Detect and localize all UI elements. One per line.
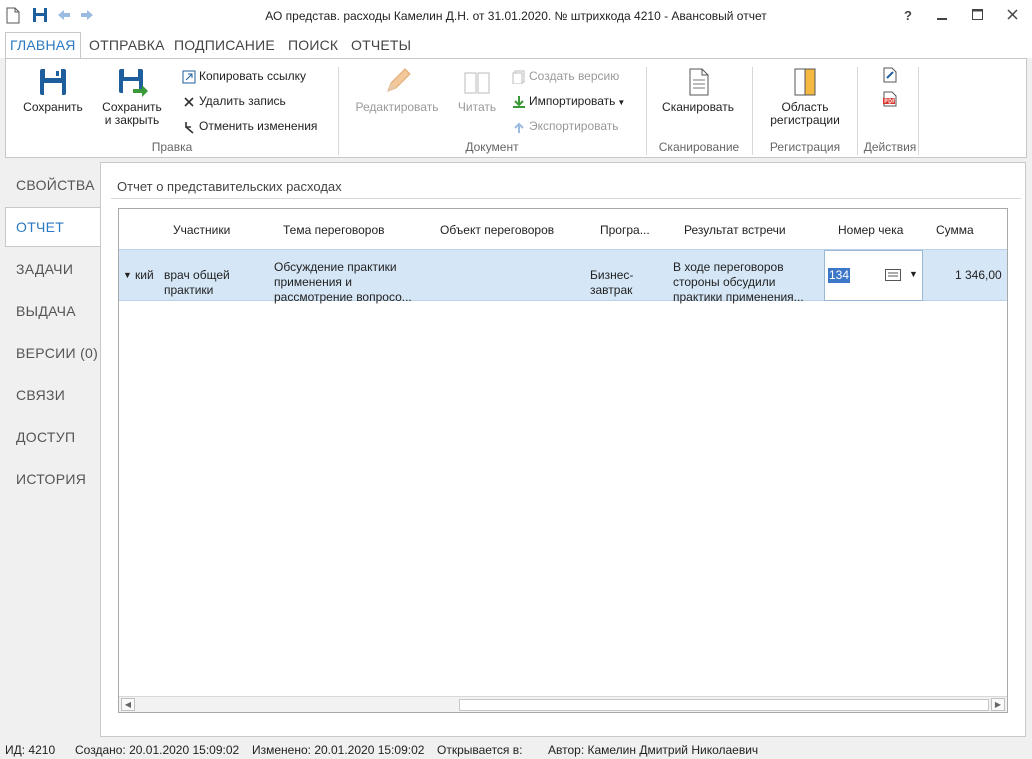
column-header-program[interactable]: Програ... (600, 223, 650, 237)
table-row[interactable]: ▼ кий врач общей практики Обсуждение прак… (119, 249, 1007, 304)
cell-program[interactable]: Бизнес-завтрак (590, 268, 633, 298)
ribbon-separator (918, 67, 919, 155)
delete-record-button[interactable]: Удалить запись (182, 92, 286, 110)
content-panel: Отчет о представительских расходах Участ… (100, 162, 1026, 737)
section-divider (111, 198, 1021, 199)
chevron-down-icon[interactable]: ▼ (909, 269, 918, 279)
group-label-document: Документ (465, 140, 519, 154)
status-created: Создано: 20.01.2020 15:09:02 (75, 743, 240, 757)
minimize-button[interactable] (932, 6, 952, 26)
registration-area-button[interactable]: Область регистрации (762, 67, 848, 127)
dropdown-arrow-icon: ▼ (617, 98, 626, 107)
status-opens-in: Открывается в: (437, 743, 523, 757)
column-header-check-number[interactable]: Номер чека (838, 223, 903, 237)
edit-button[interactable]: Редактировать (352, 67, 442, 114)
status-author: Автор: Камелин Дмитрий Николаевич (548, 743, 759, 757)
link-icon (182, 70, 196, 84)
create-version-icon (512, 70, 525, 85)
save-label: Сохранить (23, 100, 83, 114)
group-label-edit: Правка (151, 140, 193, 154)
tab-signing[interactable]: ПОДПИСАНИЕ (174, 37, 275, 53)
pencil-icon (387, 68, 411, 92)
nav-access[interactable]: ДОСТУП (16, 429, 75, 445)
nav-properties[interactable]: СВОЙСТВА (16, 177, 95, 193)
check-number-input[interactable]: 134 (828, 268, 851, 283)
read-button[interactable]: Читать (454, 67, 500, 114)
save-close-icon (119, 69, 148, 97)
ribbon-separator (857, 67, 858, 155)
group-label-registration: Регистрация (769, 140, 841, 154)
import-button[interactable]: Импортировать ▼ (512, 92, 625, 110)
cell-result[interactable]: В ходе переговоров стороны обсудили практи… (673, 260, 804, 305)
cell-sum: 1 346,00 (955, 268, 1002, 282)
cell-clipped: кий (135, 268, 154, 282)
save-close-label-2: и закрыть (104, 113, 160, 127)
maximize-button[interactable] (967, 6, 987, 26)
column-header-object[interactable]: Объект переговоров (440, 223, 554, 237)
nav-versions[interactable]: ВЕРСИИ (0) (16, 345, 98, 361)
group-label-scan: Сканирование (658, 140, 740, 154)
nav-issue[interactable]: ВЫДАЧА (16, 303, 76, 319)
scan-icon (689, 68, 709, 96)
grid-header: Участники Тема переговоров Объект перего… (119, 209, 1007, 249)
horizontal-scrollbar[interactable]: ◀ ▶ (119, 696, 1007, 712)
title-bar: АО представ. расходы Камелин Д.Н. от 31.… (0, 0, 1032, 32)
save-and-close-button[interactable]: Сохранить и закрыть (96, 67, 168, 127)
card-icon[interactable] (885, 269, 901, 284)
tab-sending[interactable]: ОТПРАВКА (89, 37, 165, 53)
nav-tasks[interactable]: ЗАДАЧИ (16, 261, 73, 277)
scroll-right-icon[interactable]: ▶ (991, 698, 1005, 711)
window-title: АО представ. расходы Камелин Д.Н. от 31.… (265, 9, 767, 23)
column-header-participants[interactable]: Участники (173, 223, 230, 237)
left-navigation: СВОЙСТВА ОТЧЕТ ЗАДАЧИ ВЫДАЧА ВЕРСИИ (0) … (0, 162, 101, 737)
create-version-button[interactable]: Создать версию (512, 67, 619, 85)
nav-report[interactable]: ОТЧЕТ (16, 219, 64, 235)
registration-icon (794, 68, 816, 96)
ribbon-separator (752, 67, 753, 155)
pdf-icon[interactable] (882, 91, 898, 110)
book-icon (464, 72, 490, 94)
save-button[interactable]: Сохранить (20, 67, 86, 114)
save-close-label-1: Сохранить (102, 100, 162, 114)
edit-document-icon[interactable] (882, 67, 898, 86)
status-bar: ИД: 4210 Создано: 20.01.2020 15:09:02 Из… (0, 738, 1032, 759)
scroll-left-icon[interactable]: ◀ (121, 698, 135, 711)
section-title: Отчет о представительских расходах (117, 179, 342, 194)
ribbon-separator (646, 67, 647, 155)
close-button[interactable] (1002, 6, 1022, 26)
ribbon: Сохранить Сохранить и закрыть Копировать… (5, 58, 1027, 158)
expenses-grid: Участники Тема переговоров Объект перего… (118, 208, 1008, 713)
group-label-actions: Действия (863, 140, 917, 154)
status-modified: Изменено: 20.01.2020 15:09:02 (252, 743, 425, 757)
export-icon (514, 122, 524, 133)
undo-icon (185, 121, 194, 134)
check-number-editor[interactable]: 134 ▼ (824, 250, 923, 301)
column-header-sum[interactable]: Сумма (936, 223, 974, 237)
column-header-result[interactable]: Результат встречи (684, 223, 786, 237)
ribbon-separator (338, 67, 339, 155)
copy-link-button[interactable]: Копировать ссылку (182, 67, 306, 85)
save-icon (40, 69, 66, 95)
tab-search[interactable]: ПОИСК (288, 37, 338, 53)
nav-links[interactable]: СВЯЗИ (16, 387, 65, 403)
cell-participants[interactable]: врач общей практики (164, 268, 230, 298)
export-button[interactable]: Экспортировать (512, 117, 619, 135)
scan-button[interactable]: Сканировать (658, 67, 738, 114)
help-button[interactable]: ? (898, 6, 918, 26)
row-expand-icon[interactable]: ▼ (123, 268, 132, 283)
scroll-thumb[interactable] (459, 699, 989, 711)
nav-history[interactable]: ИСТОРИЯ (16, 471, 86, 487)
column-header-topic[interactable]: Тема переговоров (283, 223, 385, 237)
delete-icon (184, 97, 194, 107)
tab-reports[interactable]: ОТЧЕТЫ (351, 37, 411, 53)
status-id: ИД: 4210 (5, 743, 56, 757)
undo-changes-button[interactable]: Отменить изменения (182, 117, 317, 135)
import-icon (513, 95, 525, 108)
tab-main[interactable]: ГЛАВНАЯ (5, 32, 81, 59)
cell-topic[interactable]: Обсуждение практики применения и рассмотре… (274, 260, 412, 305)
ribbon-tabs: ГЛАВНАЯ ОТПРАВКА ПОДПИСАНИЕ ПОИСК ОТЧЕТЫ (0, 32, 1032, 59)
